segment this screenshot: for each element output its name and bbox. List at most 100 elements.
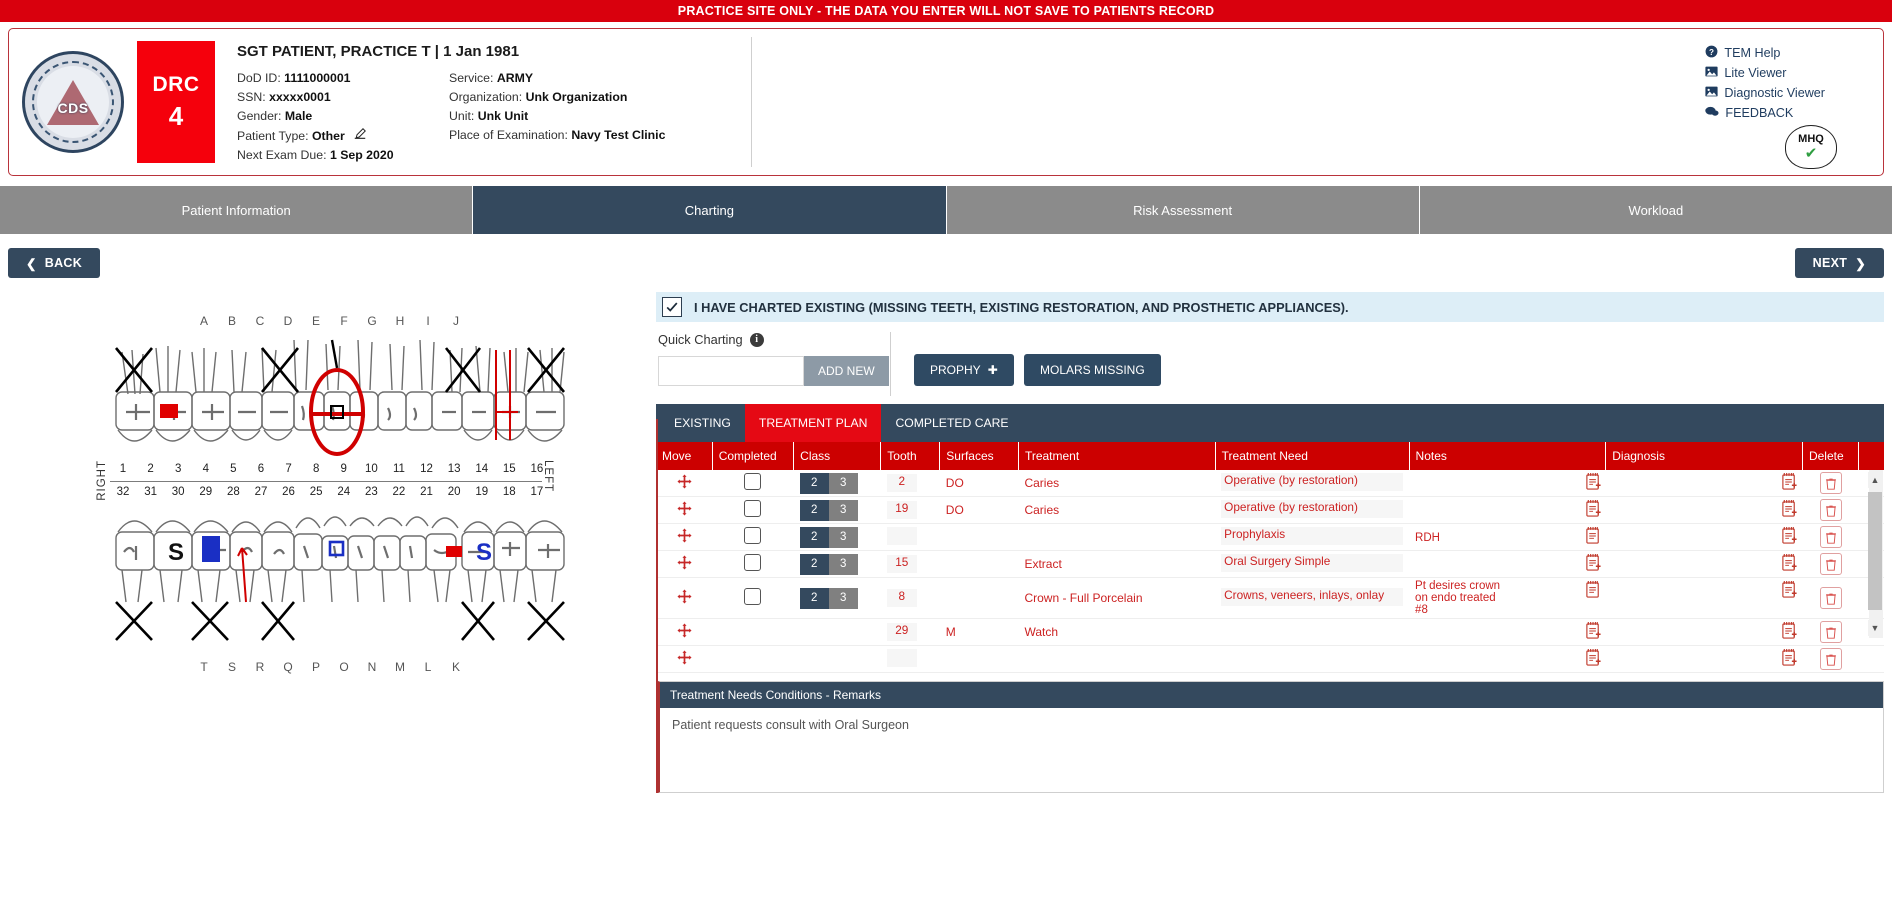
tooth-num-1[interactable]: 1 (110, 463, 136, 475)
delete-row-button[interactable] (1819, 553, 1842, 575)
lower-arch-teeth[interactable]: S S (10, 502, 650, 672)
edit-pencil-icon[interactable] (354, 128, 367, 143)
delete-row-button[interactable] (1819, 472, 1842, 494)
tooth-num-2[interactable]: 2 (138, 463, 164, 475)
surfaces-cell[interactable]: M (939, 618, 1019, 646)
tooth-num-26[interactable]: 26 (276, 486, 302, 498)
tooth-num-24[interactable]: 24 (331, 486, 357, 498)
tooth-num-14[interactable]: 14 (469, 463, 495, 475)
class-toggle[interactable]: 23 (799, 587, 858, 609)
surfaces-cell[interactable]: DO (939, 496, 1019, 524)
tooth-num-25[interactable]: 25 (303, 486, 329, 498)
tooth-input[interactable] (886, 526, 917, 545)
link-feedback[interactable]: FEEDBACK (1705, 105, 1793, 121)
class-toggle[interactable]: 23 (799, 526, 858, 548)
back-button[interactable]: ❮ BACK (8, 248, 101, 278)
tooth-num-29[interactable]: 29 (193, 486, 219, 498)
completed-checkbox[interactable] (744, 527, 762, 544)
class-option-b[interactable]: 3 (828, 587, 858, 609)
surfaces-cell[interactable] (939, 645, 1019, 673)
tooth-input[interactable] (886, 648, 917, 667)
tooth-num-22[interactable]: 22 (386, 486, 412, 498)
link-tem-help[interactable]: ? TEM Help (1705, 45, 1780, 61)
completed-checkbox[interactable] (744, 500, 762, 517)
treatment-need-input[interactable]: Oral Surgery Simple (1221, 553, 1404, 572)
tooth-num-19[interactable]: 19 (469, 486, 495, 498)
completed-checkbox[interactable] (744, 554, 762, 571)
surfaces-cell[interactable] (939, 550, 1019, 578)
next-button[interactable]: NEXT ❯ (1794, 248, 1884, 278)
table-scrollbar[interactable]: ▲ ▼ (1868, 470, 1883, 638)
odontogram[interactable]: A B C D E F G H I J 1 2 3 4 5 6 7 8 9 10… (10, 292, 650, 852)
mhq-badge[interactable]: MHQ ✔ (1785, 125, 1837, 169)
tooth-num-6[interactable]: 6 (248, 463, 274, 475)
tab-workload[interactable]: Workload (1419, 186, 1892, 234)
class-toggle[interactable]: 23 (799, 553, 858, 575)
subtab-existing[interactable]: EXISTING (660, 404, 745, 442)
remarks-textarea[interactable]: Patient requests consult with Oral Surge… (660, 708, 1883, 792)
treatment-cell[interactable]: Crown - Full Porcelain (1018, 577, 1216, 619)
move-handle[interactable] (656, 496, 713, 524)
treatment-cell[interactable]: Extract (1018, 550, 1216, 578)
tooth-num-12[interactable]: 12 (414, 463, 440, 475)
class-option-b[interactable]: 3 (828, 553, 858, 575)
add-diagnosis-icon[interactable] (1781, 526, 1798, 548)
link-diagnostic-viewer[interactable]: Diagnostic Viewer (1705, 85, 1825, 101)
add-note-icon[interactable] (1585, 648, 1602, 670)
surfaces-cell[interactable] (939, 523, 1019, 551)
tooth-num-9[interactable]: 9 (331, 463, 357, 475)
class-option-b[interactable]: 3 (828, 499, 858, 521)
class-option-b[interactable]: 3 (828, 472, 858, 494)
treatment-need-input[interactable]: Prophylaxis (1221, 526, 1404, 545)
add-note-icon[interactable] (1585, 580, 1602, 602)
treatment-cell[interactable]: Caries (1018, 496, 1216, 524)
tooth-num-30[interactable]: 30 (165, 486, 191, 498)
tooth-num-10[interactable]: 10 (358, 463, 384, 475)
move-handle[interactable] (656, 523, 713, 551)
info-icon[interactable]: i (749, 332, 764, 347)
add-diagnosis-icon[interactable] (1781, 648, 1798, 670)
treatment-cell[interactable] (1018, 523, 1216, 551)
add-diagnosis-icon[interactable] (1781, 580, 1798, 602)
treatment-need-input[interactable]: Operative (by restoration) (1221, 499, 1404, 518)
surfaces-cell[interactable]: DO (939, 470, 1019, 497)
delete-row-button[interactable] (1819, 526, 1842, 548)
move-handle[interactable] (656, 470, 713, 497)
treatment-need-input[interactable]: Crowns, veneers, inlays, onlay (1221, 587, 1404, 606)
delete-row-button[interactable] (1819, 648, 1842, 670)
subtab-completed-care[interactable]: COMPLETED CARE (881, 404, 1022, 442)
add-new-button[interactable]: ADD NEW (804, 356, 889, 386)
class-toggle[interactable]: 23 (799, 472, 858, 494)
tooth-num-15[interactable]: 15 (496, 463, 522, 475)
delete-row-button[interactable] (1819, 587, 1842, 609)
tooth-num-11[interactable]: 11 (386, 463, 412, 475)
tooth-num-21[interactable]: 21 (414, 486, 440, 498)
tooth-num-27[interactable]: 27 (248, 486, 274, 498)
tooth-num-8[interactable]: 8 (303, 463, 329, 475)
class-option-a[interactable]: 2 (799, 526, 829, 548)
move-handle[interactable] (656, 550, 713, 578)
tooth-input[interactable]: 19 (886, 501, 917, 519)
tooth-num-7[interactable]: 7 (276, 463, 302, 475)
treatment-cell[interactable]: Caries (1018, 470, 1216, 497)
treatment-cell[interactable]: Watch (1018, 618, 1216, 646)
quick-charting-input[interactable] (658, 356, 804, 386)
tooth-num-20[interactable]: 20 (441, 486, 467, 498)
charted-existing-checkbox[interactable] (662, 297, 682, 317)
surfaces-cell[interactable] (939, 577, 1019, 619)
class-option-b[interactable]: 3 (828, 526, 858, 548)
delete-row-button[interactable] (1819, 499, 1842, 521)
subtab-treatment-plan[interactable]: TREATMENT PLAN (744, 404, 882, 442)
move-handle[interactable] (656, 577, 713, 619)
class-option-a[interactable]: 2 (799, 553, 829, 575)
scroll-thumb[interactable] (1868, 492, 1882, 610)
tooth-input[interactable]: 15 (886, 555, 917, 573)
treatment-need-input[interactable]: Operative (by restoration) (1221, 472, 1404, 491)
treatment-cell[interactable] (1018, 645, 1216, 673)
add-note-icon[interactable] (1585, 553, 1602, 575)
move-handle[interactable] (656, 645, 713, 673)
class-option-a[interactable]: 2 (799, 472, 829, 494)
tooth-num-31[interactable]: 31 (138, 486, 164, 498)
class-toggle[interactable]: 23 (799, 499, 858, 521)
add-diagnosis-icon[interactable] (1781, 499, 1798, 521)
